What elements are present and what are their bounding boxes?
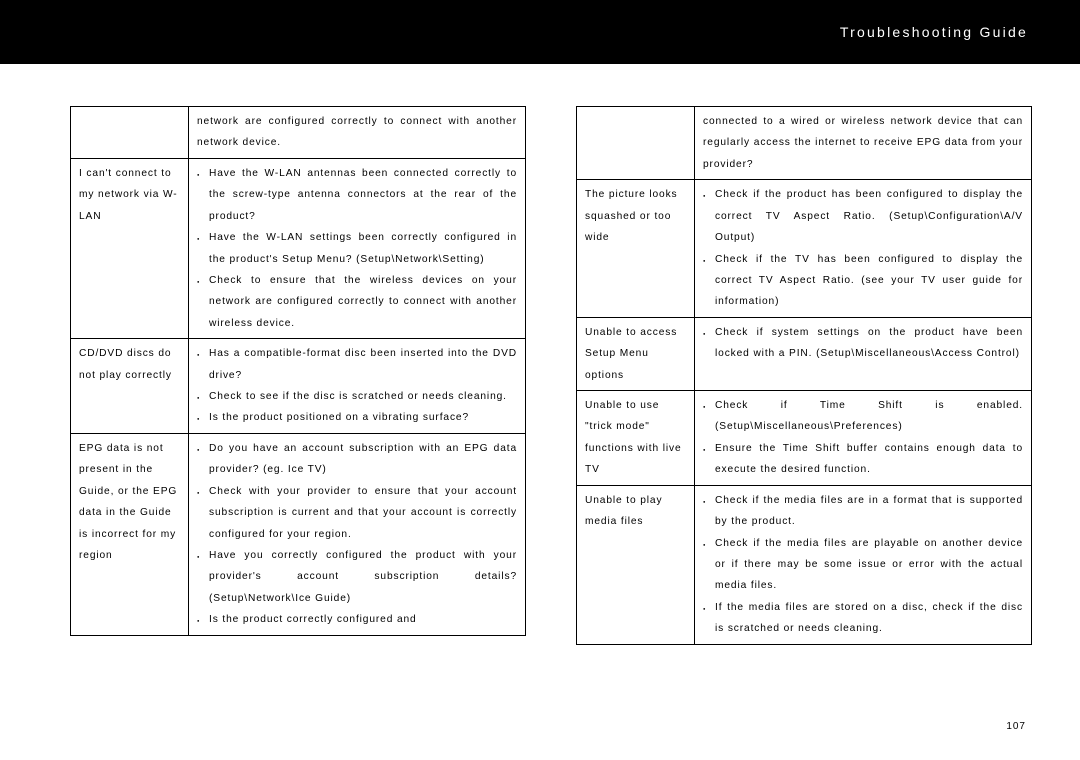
list-item: Ensure the Time Shift buffer contains en… — [703, 438, 1023, 481]
list-item: Is the product correctly configured and — [197, 609, 517, 630]
list-item: Check if Time Shift is enabled. (Setup\M… — [703, 395, 1023, 438]
list-item: Have the W-LAN settings been correctly c… — [197, 227, 517, 270]
table-row: CD/DVD discs do not play correctly Has a… — [71, 339, 526, 434]
solution-cell: Has a compatible-format disc been insert… — [189, 339, 526, 434]
page-header: Troubleshooting Guide — [0, 0, 1080, 64]
issue-cell: Unable to use "trick mode" functions wit… — [577, 391, 695, 486]
issue-cell: Unable to play media files — [577, 485, 695, 644]
solution-cell: Check if the product has been configured… — [695, 180, 1032, 318]
solution-bullets: Check if the product has been configured… — [703, 184, 1023, 313]
issue-cell: The picture looks squashed or too wide — [577, 180, 695, 318]
list-item: Check with your provider to ensure that … — [197, 481, 517, 545]
issue-cell: Unable to access Setup Menu options — [577, 317, 695, 390]
troubleshoot-table-right: connected to a wired or wireless network… — [576, 106, 1032, 645]
solution-bullets: Have the W-LAN antennas been connected c… — [197, 163, 517, 334]
solution-cell: connected to a wired or wireless network… — [695, 107, 1032, 180]
solution-cell: Check if the media files are in a format… — [695, 485, 1032, 644]
troubleshoot-table-left: network are configured correctly to conn… — [70, 106, 526, 636]
solution-text: connected to a wired or wireless network… — [703, 111, 1023, 175]
list-item: Check to see if the disc is scratched or… — [197, 386, 517, 407]
page-title: Troubleshooting Guide — [840, 24, 1028, 40]
list-item: Check if the media files are playable on… — [703, 533, 1023, 597]
page-number: 107 — [1006, 721, 1026, 732]
list-item: Check to ensure that the wireless device… — [197, 270, 517, 334]
solution-cell: Have the W-LAN antennas been connected c… — [189, 158, 526, 338]
table-row: The picture looks squashed or too wide C… — [577, 180, 1032, 318]
list-item: If the media files are stored on a disc,… — [703, 597, 1023, 640]
solution-text: network are configured correctly to conn… — [197, 111, 517, 154]
list-item: Check if the media files are in a format… — [703, 490, 1023, 533]
solution-bullets: Do you have an account subscription with… — [197, 438, 517, 631]
table-row: Unable to access Setup Menu options Chec… — [577, 317, 1032, 390]
solution-cell: Check if system settings on the product … — [695, 317, 1032, 390]
table-row: network are configured correctly to conn… — [71, 107, 526, 159]
issue-cell — [577, 107, 695, 180]
list-item: Check if the TV has been configured to d… — [703, 249, 1023, 313]
list-item: Have you correctly configured the produc… — [197, 545, 517, 609]
table-row: Unable to play media files Check if the … — [577, 485, 1032, 644]
solution-bullets: Check if the media files are in a format… — [703, 490, 1023, 640]
list-item: Check if the product has been configured… — [703, 184, 1023, 248]
solution-bullets: Check if Time Shift is enabled. (Setup\M… — [703, 395, 1023, 481]
solution-cell: Do you have an account subscription with… — [189, 433, 526, 635]
list-item: Check if system settings on the product … — [703, 322, 1023, 365]
list-item: Is the product positioned on a vibrating… — [197, 407, 517, 428]
content-columns: network are configured correctly to conn… — [0, 64, 1080, 704]
table-row: connected to a wired or wireless network… — [577, 107, 1032, 180]
list-item: Have the W-LAN antennas been connected c… — [197, 163, 517, 227]
list-item: Do you have an account subscription with… — [197, 438, 517, 481]
solution-bullets: Check if system settings on the product … — [703, 322, 1023, 365]
issue-cell — [71, 107, 189, 159]
issue-cell: I can't connect to my network via W-LAN — [71, 158, 189, 338]
issue-cell: CD/DVD discs do not play correctly — [71, 339, 189, 434]
solution-bullets: Has a compatible-format disc been insert… — [197, 343, 517, 429]
table-row: EPG data is not present in the Guide, or… — [71, 433, 526, 635]
table-row: Unable to use "trick mode" functions wit… — [577, 391, 1032, 486]
solution-cell: network are configured correctly to conn… — [189, 107, 526, 159]
table-row: I can't connect to my network via W-LAN … — [71, 158, 526, 338]
list-item: Has a compatible-format disc been insert… — [197, 343, 517, 386]
issue-cell: EPG data is not present in the Guide, or… — [71, 433, 189, 635]
solution-cell: Check if Time Shift is enabled. (Setup\M… — [695, 391, 1032, 486]
